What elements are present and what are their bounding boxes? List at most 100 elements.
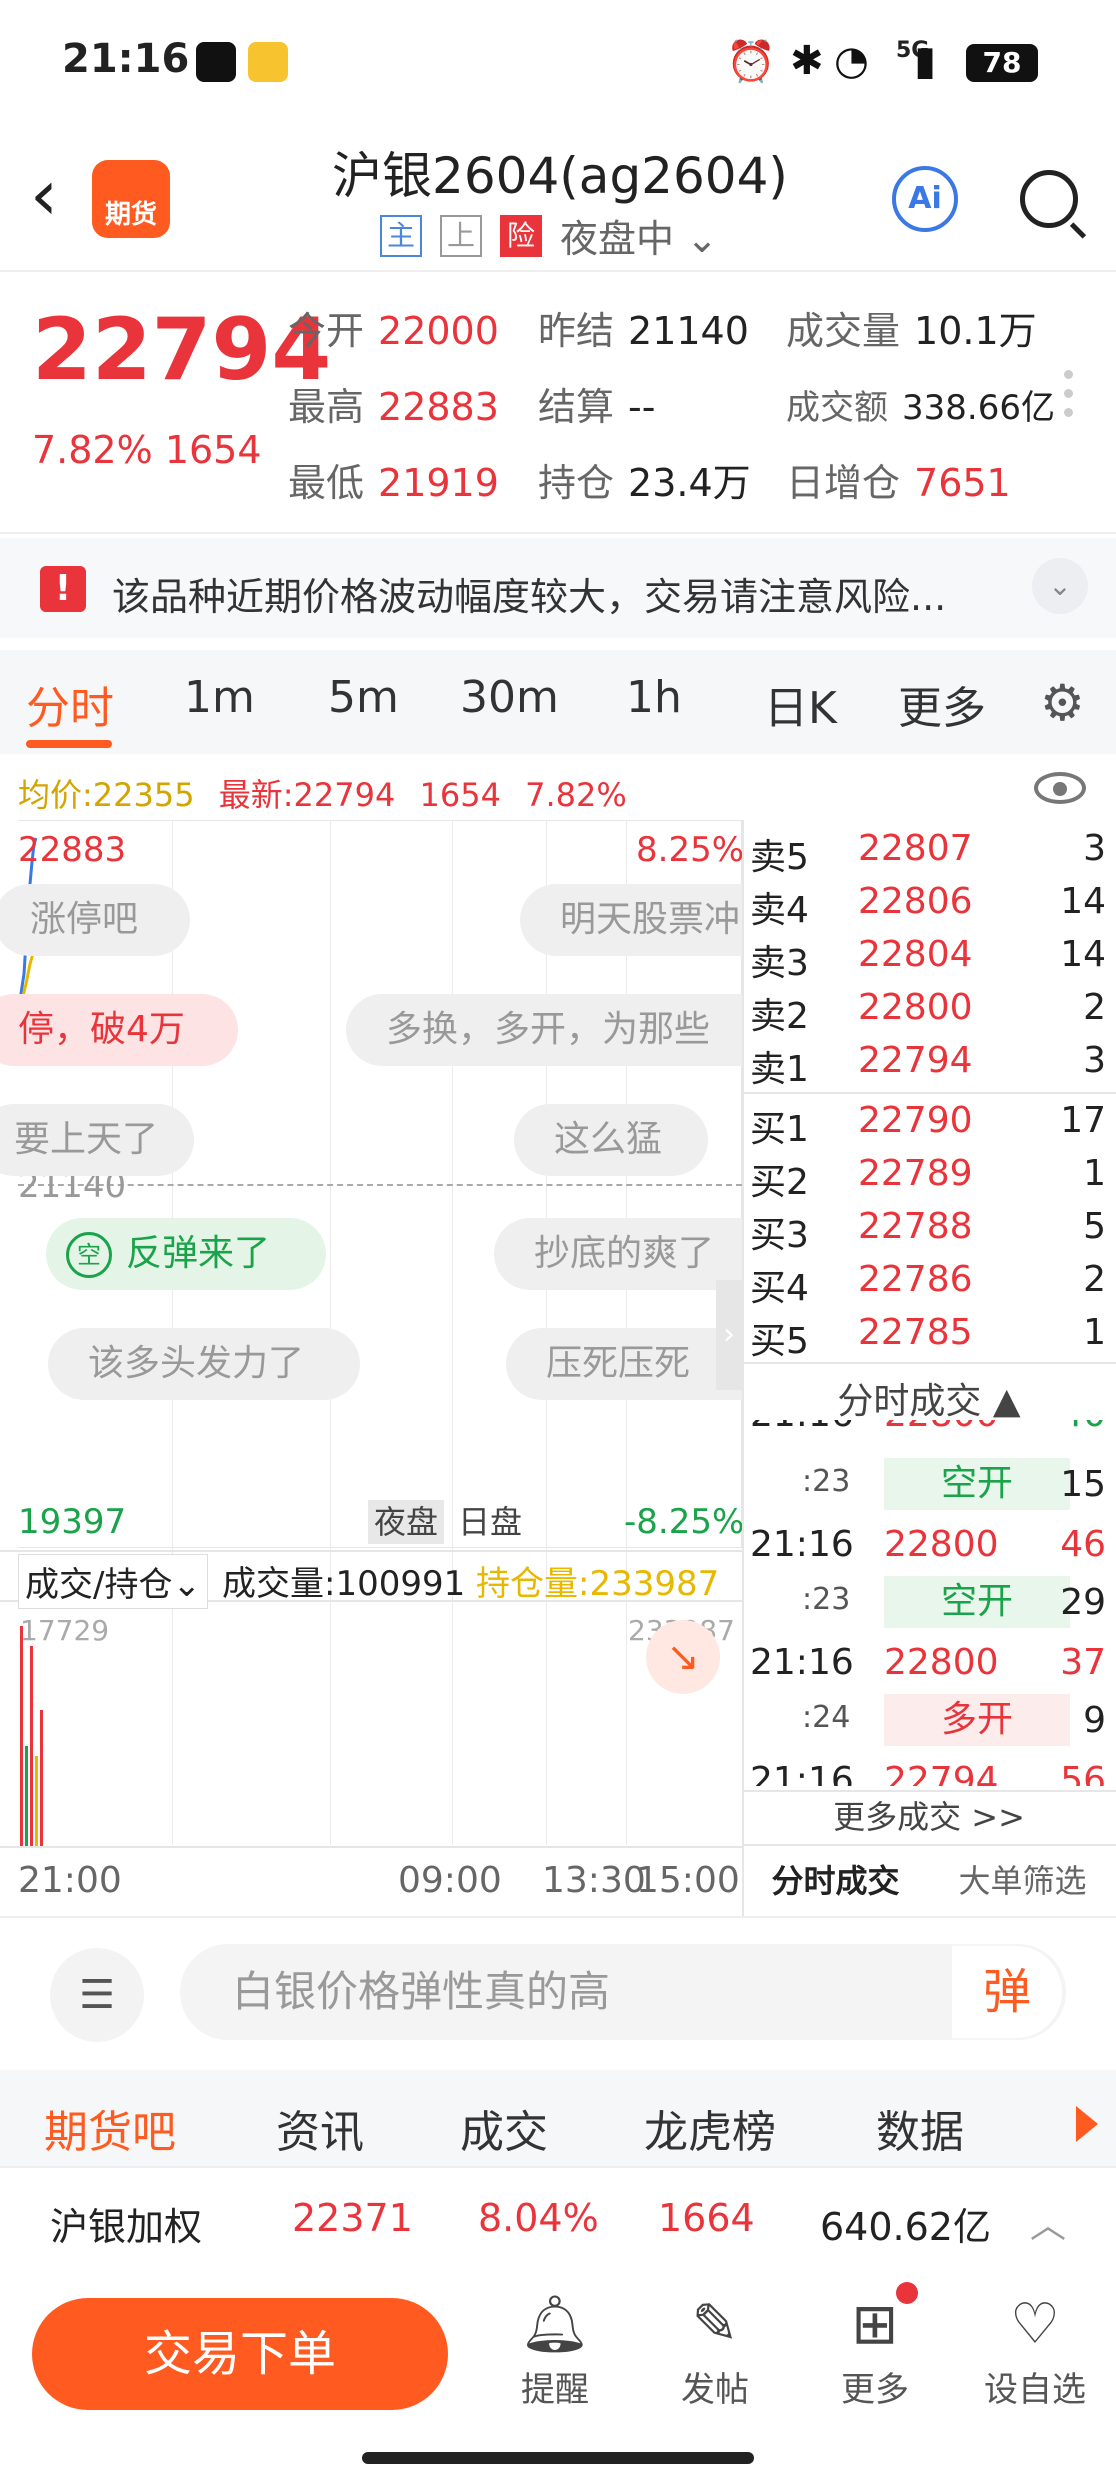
prev-settle-line (18, 1184, 742, 1186)
tiktok-icon (196, 42, 236, 82)
ask-label: 卖5 (750, 837, 809, 878)
tick-type-qty: 29 (1060, 1582, 1106, 1623)
tick-type-qty: 9 (1083, 1700, 1106, 1741)
weighted-change: 1664 (658, 2196, 755, 2240)
tab-5m[interactable]: 5m (328, 672, 399, 723)
ticks-list[interactable]: 21:16 22800 40 :23 空开 15 21:16 22800 46 … (742, 1420, 1116, 1786)
field-value: 10.1万 (914, 309, 1037, 353)
eye-icon[interactable] (1034, 772, 1086, 804)
danmaku-bubble: 涨停吧 (0, 884, 190, 956)
session-selector[interactable]: 夜盘中 ⌄ (560, 208, 718, 263)
bid-row[interactable]: 买1 22790 17 (742, 1100, 1116, 1153)
ai-assistant-button[interactable]: Ai (892, 166, 958, 232)
tab-1m[interactable]: 1m (184, 672, 255, 723)
tab-1h[interactable]: 1h (626, 672, 682, 723)
tick-seconds: :23 (802, 1464, 851, 1499)
search-icon[interactable] (1020, 170, 1078, 228)
futures-logo: 期货 (92, 160, 170, 238)
field-value: 338.66亿 (902, 388, 1055, 428)
expand-chart-icon[interactable]: › (716, 1280, 742, 1390)
bluetooth-icon: ✱ (790, 38, 824, 84)
ask-price: 22794 (858, 1040, 973, 1081)
danmaku-filter-icon[interactable]: ☰ (50, 1948, 144, 2042)
collapse-arrow-icon[interactable]: ↘ (646, 1620, 720, 1694)
field-key: 最高 (288, 385, 365, 429)
more-button[interactable]: ⊞ 更多 (820, 2292, 930, 2411)
ask-row[interactable]: 卖4 22806 14 (742, 881, 1116, 934)
ask-row[interactable]: 卖1 22794 3 (742, 1040, 1116, 1093)
y-low-label: 19397 (18, 1502, 127, 1542)
tab-intraday[interactable]: 分时 (26, 672, 114, 736)
field-key: 结算 (538, 385, 615, 429)
more-fields-handle[interactable] (1064, 370, 1074, 427)
latest-change: 1654 (419, 776, 501, 814)
tag-risk[interactable]: 险 (500, 214, 542, 257)
trade-order-button[interactable]: 交易下单 (32, 2298, 448, 2410)
weighted-price: 22371 (292, 2196, 413, 2240)
bid-row[interactable]: 买3 22788 5 (742, 1206, 1116, 1259)
bid-qty: 1 (1083, 1153, 1106, 1194)
ask-row[interactable]: 卖2 22800 2 (742, 987, 1116, 1040)
tick-time: 21:16 (750, 1524, 854, 1565)
ask-label: 卖1 (750, 1049, 809, 1090)
warning-icon: ! (40, 566, 86, 612)
post-button[interactable]: ✎ 发帖 (660, 2292, 770, 2411)
back-icon[interactable]: ‹ (30, 160, 58, 230)
tab-30m[interactable]: 30m (460, 672, 559, 723)
tab-tick-trades[interactable]: 分时成交 (742, 1844, 929, 1914)
ticks-header[interactable]: 分时成交 ▲ (742, 1372, 1116, 1424)
volume-selector-label: 成交/持仓 (25, 1565, 173, 1605)
chevron-down-icon: ⌄ (172, 1565, 201, 1605)
x-label-end: 15:00 (636, 1860, 740, 1901)
comment-input[interactable]: 白银价格弹性真的高 (180, 1944, 1066, 2040)
ask-row[interactable]: 卖3 22804 14 (742, 934, 1116, 987)
grid-icon: ⊞ (851, 2292, 899, 2357)
bid-row[interactable]: 买2 22789 1 (742, 1153, 1116, 1206)
cell-signal-icon: ▮ (914, 38, 937, 84)
tab-news[interactable]: 资讯 (276, 2096, 364, 2160)
tab-daily[interactable]: 日K (764, 672, 837, 736)
field-value: 22883 (378, 385, 499, 429)
tab-large-orders[interactable]: 大单筛选 (929, 1844, 1116, 1914)
expand-warning-icon[interactable]: ⌄ (1032, 558, 1088, 614)
change-pct: 7.82% (32, 428, 153, 472)
session-day-button[interactable]: 日盘 (452, 1500, 528, 1544)
more-trades-link[interactable]: 更多成交 >> (742, 1790, 1116, 1842)
alert-button[interactable]: 🔔︎ 提醒 (500, 2292, 610, 2411)
tick-type-badge: 多开 (884, 1694, 1070, 1746)
field-settle: 结算 -- (538, 376, 655, 431)
ticks-header-label: 分时成交 (837, 1381, 982, 1422)
field-value: 21140 (628, 309, 749, 353)
page-title: 沪银2604(ag2604) (332, 147, 788, 205)
alarm-icon: ⏰ (726, 39, 776, 85)
volume-selector[interactable]: 成交/持仓⌄ (18, 1554, 208, 1609)
post-label: 发帖 (681, 2370, 749, 2410)
tab-data[interactable]: 数据 (876, 2096, 964, 2160)
danmaku-toggle-button[interactable]: 弹 (950, 1944, 1064, 2040)
add-watchlist-button[interactable]: ♡ 设自选 (980, 2292, 1090, 2411)
tab-trades[interactable]: 成交 (460, 2096, 548, 2160)
bid-row[interactable]: 买4 22786 2 (742, 1259, 1116, 1312)
status-bar: 21:16 ⏰ ✱ ◔ 5G ▮ 78 (0, 0, 1116, 130)
ask-price: 22806 (858, 881, 973, 922)
chart-info-row: 均价:22355 最新:22794 1654 7.82% (18, 770, 627, 816)
weighted-amount: 640.62亿 (820, 2205, 991, 2249)
field-value: 21919 (378, 461, 499, 505)
weighted-name: 沪银加权 (50, 2205, 203, 2249)
tick-price: 22800 (884, 1420, 999, 1435)
tick-type-badge: 空开 (884, 1458, 1070, 1510)
tab-ranking[interactable]: 龙虎榜 (644, 2096, 776, 2160)
scroll-right-icon[interactable] (1076, 2106, 1098, 2142)
bid-row[interactable]: 买5 22785 1 (742, 1312, 1116, 1365)
tab-forum[interactable]: 期货吧 (44, 2096, 176, 2160)
chevron-up-icon[interactable]: ︿ (1030, 2196, 1066, 2248)
gear-icon[interactable]: ⚙ (1040, 674, 1085, 732)
tab-more[interactable]: 更多 (898, 672, 986, 736)
bid-label: 买5 (750, 1321, 809, 1362)
chevron-down-icon: ⌄ (686, 217, 718, 261)
session-night-button[interactable]: 夜盘 (368, 1500, 445, 1544)
bid-price: 22786 (858, 1259, 973, 1300)
ask-row[interactable]: 卖5 22807 3 (742, 828, 1116, 881)
tick-price: 22794 (884, 1760, 999, 1786)
bid-qty: 17 (1060, 1100, 1106, 1141)
